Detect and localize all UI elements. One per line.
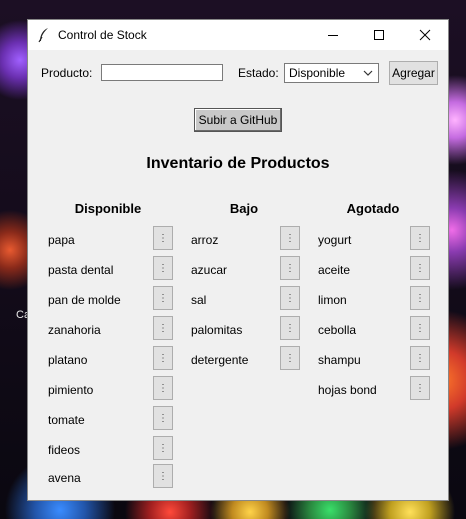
list-item: aceite [318,263,351,277]
column-heading-bajo: Bajo [229,201,259,216]
state-label: Estado: [238,66,279,80]
inventory-title: Inventario de Productos [146,155,330,172]
item-menu-button[interactable]: ⋮ [410,376,430,400]
list-item: papa [48,233,75,247]
item-menu-button[interactable]: ⋮ [410,286,430,310]
list-item: avena [48,471,81,485]
item-menu-button[interactable]: ⋮ [153,316,173,340]
product-input[interactable] [101,64,223,81]
state-select[interactable]: Disponible [284,63,379,83]
state-select-value: Disponible [289,66,346,80]
list-item: shampu [318,353,361,367]
item-menu-button[interactable]: ⋮ [153,286,173,310]
item-menu-button[interactable]: ⋮ [410,316,430,340]
app-window: Control de Stock Producto: Estado: Dispo… [28,20,448,500]
item-menu-button[interactable]: ⋮ [153,436,173,460]
list-item: sal [191,293,207,307]
window-title: Control de Stock [58,28,147,42]
list-item: fideos [48,443,81,457]
close-button[interactable] [402,20,448,50]
list-item: detergente [191,353,249,367]
maximize-button[interactable] [356,20,402,50]
column-heading-disponible: Disponible [74,201,142,216]
list-item: zanahoria [48,323,101,337]
item-menu-button[interactable]: ⋮ [153,464,173,488]
list-item: azucar [191,263,228,277]
item-menu-button[interactable]: ⋮ [280,346,300,370]
list-item: tomate [48,413,85,427]
list-item: platano [48,353,88,367]
list-item: limon [318,293,347,307]
list-item: cebolla [318,323,357,337]
list-item: pasta dental [48,263,114,277]
github-upload-button[interactable]: Subir a GitHub [194,108,282,132]
item-menu-button[interactable]: ⋮ [410,346,430,370]
item-menu-button[interactable]: ⋮ [410,226,430,250]
list-item: arroz [191,233,219,247]
title-bar[interactable]: Control de Stock [28,20,448,50]
item-menu-button[interactable]: ⋮ [280,316,300,340]
list-item: yogurt [318,233,352,247]
list-item: pimiento [48,383,94,397]
minimize-icon [328,35,338,36]
product-label: Producto: [41,66,93,80]
item-menu-button[interactable]: ⋮ [280,226,300,250]
item-menu-button[interactable]: ⋮ [410,256,430,280]
item-menu-button[interactable]: ⋮ [153,226,173,250]
item-menu-button[interactable]: ⋮ [153,256,173,280]
item-menu-button[interactable]: ⋮ [280,286,300,310]
column-heading-agotado: Agotado [346,201,400,216]
list-item: hojas bond [318,383,377,397]
maximize-icon [374,30,384,40]
item-menu-button[interactable]: ⋮ [153,406,173,430]
minimize-button[interactable] [310,20,356,50]
list-item: palomitas [191,323,243,337]
chevron-down-icon [363,70,373,76]
item-menu-button[interactable]: ⋮ [153,376,173,400]
item-menu-button[interactable]: ⋮ [153,346,173,370]
close-icon [419,29,431,41]
list-item: pan de molde [48,293,121,307]
add-button[interactable]: Agregar [389,61,438,85]
item-menu-button[interactable]: ⋮ [280,256,300,280]
feather-icon [37,27,51,43]
